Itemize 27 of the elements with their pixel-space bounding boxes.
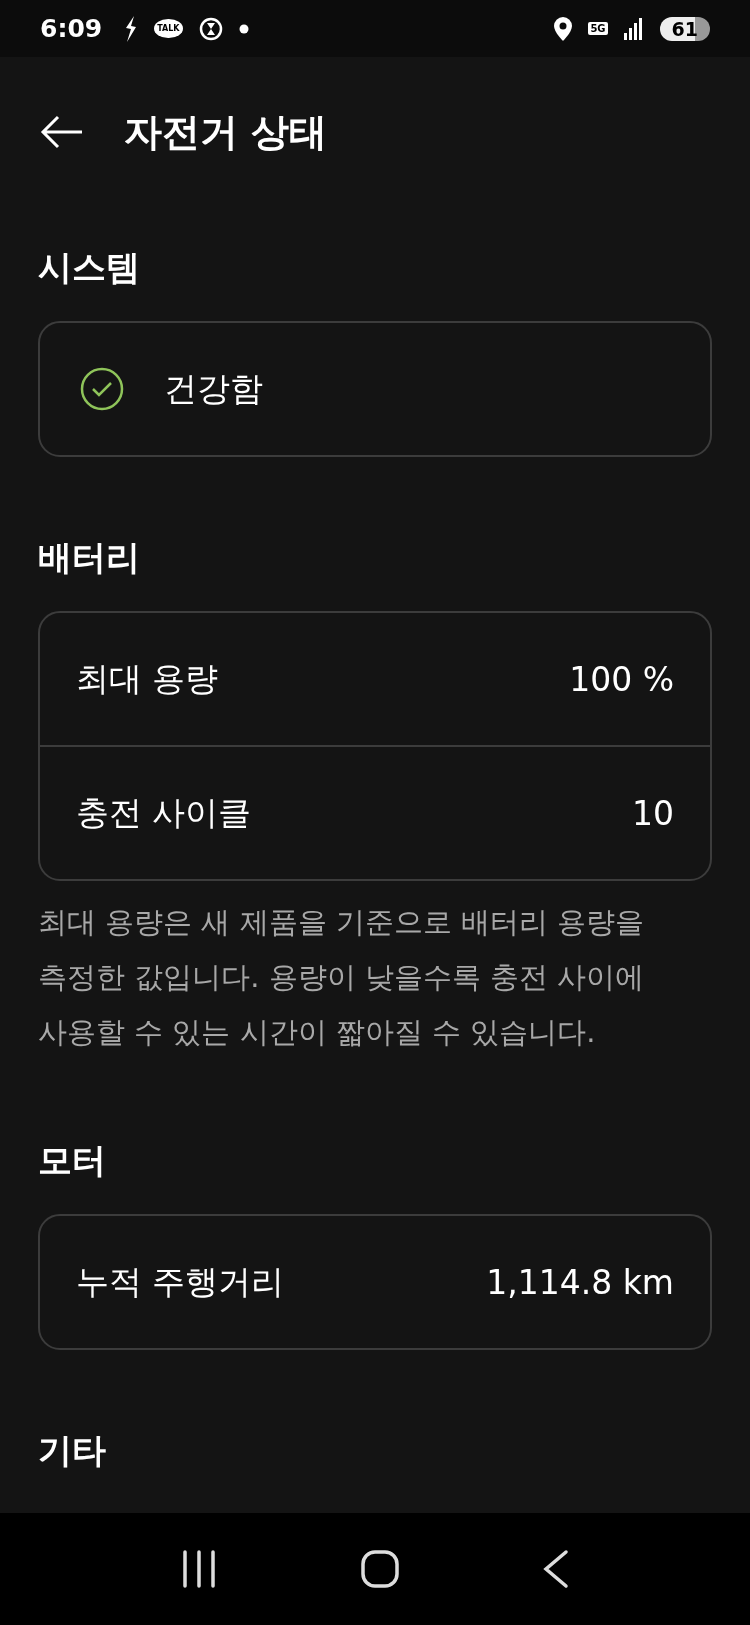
- home-icon[interactable]: [360, 1549, 400, 1589]
- recent-apps-icon[interactable]: [181, 1550, 218, 1588]
- back-arrow-icon[interactable]: [40, 115, 84, 149]
- network-indicator: 5G: [588, 22, 608, 35]
- section-heading: 시스템: [38, 246, 141, 289]
- description-text: 최대 용량은 새 제품을 기준으로 배터리 용량을 측정한 값입니다. 용량이 낮을수록 충전 사이에 사용할 수 있는 시간이 짧아질 수 있습니다.: [38, 904, 646, 1051]
- row-value: 1,114.8 km: [486, 1262, 674, 1302]
- dot-icon: [238, 23, 249, 34]
- section-heading: 모터: [38, 1139, 107, 1182]
- row-label: 충전 사이클: [76, 791, 252, 834]
- section-heading: 배터리: [38, 536, 141, 579]
- hourglass-icon: [198, 16, 223, 41]
- chat-notification-icon: TALK: [154, 19, 183, 38]
- battery-indicator: 61: [659, 16, 710, 41]
- clock: 6:09: [40, 14, 103, 43]
- location-icon: [554, 16, 573, 41]
- bolt-icon: [124, 15, 139, 42]
- back-icon[interactable]: [542, 1549, 569, 1589]
- row-value: 100 %: [569, 659, 674, 699]
- check-circle-icon: [80, 367, 124, 411]
- status-label: 건강함: [164, 367, 263, 410]
- row-value: 10: [632, 793, 674, 833]
- signal-icon: [623, 17, 644, 40]
- page-title: 자전거 상태: [124, 108, 328, 156]
- row-label: 누적 주행거리: [76, 1260, 285, 1303]
- section-heading: 기타: [38, 1429, 107, 1472]
- row-label: 최대 용량: [76, 657, 219, 700]
